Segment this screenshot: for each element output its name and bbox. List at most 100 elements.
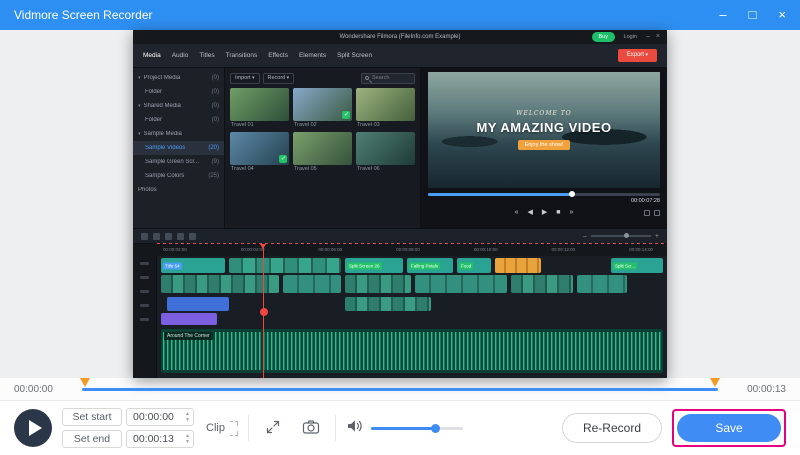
step-up-icon[interactable] <box>185 434 190 439</box>
delete-icon[interactable] <box>189 233 196 240</box>
timeline-clip[interactable]: Food <box>457 258 491 273</box>
volume-slider[interactable] <box>371 427 463 430</box>
record-button[interactable]: Record <box>263 73 295 84</box>
play-button[interactable] <box>14 409 52 447</box>
start-time-field[interactable]: 00:00:00 <box>126 408 194 426</box>
preview-extra-controls <box>644 210 660 216</box>
timeline-clip[interactable] <box>345 275 411 293</box>
timeline-ruler[interactable]: 00:00:02:00 00:00:04:00 00:00:06:00 00:0… <box>133 244 667 256</box>
trim-start-marker[interactable] <box>80 378 90 387</box>
sidebar-item-sample-colors[interactable]: Sample Colors(25) <box>133 169 224 183</box>
play-icon[interactable] <box>542 208 547 216</box>
video-thumbnail[interactable] <box>293 88 352 121</box>
end-time-field[interactable]: 00:00:13 <box>126 430 194 448</box>
zoom-in-icon[interactable] <box>655 233 659 240</box>
maximize-button[interactable]: □ <box>749 0 757 30</box>
timeline-clip[interactable] <box>161 313 217 325</box>
re-record-button[interactable]: Re-Record <box>562 413 662 443</box>
prev-frame-icon[interactable] <box>527 208 532 216</box>
timeline-clip[interactable] <box>577 275 627 293</box>
timeline-clip[interactable] <box>345 297 431 311</box>
undo-icon[interactable] <box>141 233 148 240</box>
speaker-icon[interactable] <box>346 418 364 439</box>
timeline-clip[interactable] <box>511 275 573 293</box>
set-end-button[interactable]: Set end <box>62 430 122 448</box>
timeline-clip[interactable]: Split Scr... <box>611 258 663 273</box>
set-start-button[interactable]: Set start <box>62 408 122 426</box>
end-time-value: 00:00:13 <box>133 433 174 445</box>
tab-audio[interactable]: Audio <box>172 52 189 59</box>
video-thumbnail[interactable] <box>230 132 289 165</box>
sidebar-item-sample-videos[interactable]: Sample Videos(20) <box>133 141 224 155</box>
close-button[interactable]: × <box>778 0 786 30</box>
video-thumbnail[interactable] <box>356 88 415 121</box>
timeline-clip[interactable] <box>167 297 229 311</box>
timeline-clip[interactable] <box>229 258 341 273</box>
fullscreen-icon[interactable] <box>654 210 660 216</box>
sidebar-item-folder[interactable]: Folder(0) <box>133 85 224 99</box>
tab-effects[interactable]: Effects <box>268 52 288 59</box>
login-link[interactable]: Login <box>624 30 637 44</box>
ruler-label: 00:00:12:00 <box>552 244 576 256</box>
buy-button[interactable]: Buy <box>592 32 615 42</box>
volume-handle[interactable] <box>431 424 440 433</box>
sidebar-item-folder-2[interactable]: Folder(0) <box>133 113 224 127</box>
skip-back-icon[interactable] <box>515 209 519 216</box>
zoom-out-icon[interactable] <box>583 233 587 240</box>
crop-icon[interactable] <box>177 233 184 240</box>
step-down-icon[interactable] <box>185 440 190 445</box>
export-button[interactable]: Export <box>618 49 657 62</box>
search-input[interactable]: Search <box>361 73 415 84</box>
clip-mode-control[interactable]: Clip <box>206 421 238 436</box>
scrubber-track[interactable] <box>82 388 718 391</box>
tab-elements[interactable]: Elements <box>299 52 326 59</box>
thumbnail-label: Travel 05 <box>293 165 352 174</box>
timeline-clip[interactable] <box>283 275 341 293</box>
video-thumbnail[interactable] <box>356 132 415 165</box>
tab-titles[interactable]: Titles <box>199 52 214 59</box>
step-up-icon[interactable] <box>185 412 190 417</box>
snapshot-icon[interactable] <box>644 210 650 216</box>
screenshot-button[interactable] <box>297 414 325 442</box>
timeline-clip[interactable]: Falling Petals <box>407 258 453 273</box>
tab-split-screen[interactable]: Split Screen <box>337 52 372 59</box>
sidebar-item-shared-media[interactable]: Shared Media(0) <box>133 99 224 113</box>
zoom-slider[interactable] <box>591 235 651 237</box>
filmora-minimize-icon[interactable] <box>646 30 650 44</box>
sidebar-item-sample-media[interactable]: Sample Media <box>133 127 224 141</box>
video-thumbnail[interactable] <box>230 88 289 121</box>
recording-preview-area: Wondershare Filmora (FileInfo.com Exampl… <box>0 30 800 378</box>
fullscreen-button[interactable] <box>259 414 287 442</box>
timeline-clip[interactable] <box>495 258 541 273</box>
timeline-clip[interactable]: Split Screen 26 <box>345 258 403 273</box>
tab-media[interactable]: Media <box>143 52 161 59</box>
save-button[interactable]: Save <box>677 414 781 442</box>
tree-arrow-icon <box>138 103 141 109</box>
sidebar-item-photos[interactable]: Photos <box>133 183 224 197</box>
step-down-icon[interactable] <box>185 418 190 423</box>
timeline-clip[interactable] <box>415 275 507 293</box>
video-thumbnail[interactable] <box>293 132 352 165</box>
seekbar-handle[interactable] <box>569 191 575 197</box>
audio-track-clip[interactable]: Around The Corner <box>161 329 663 373</box>
scissors-icon[interactable] <box>165 233 172 240</box>
skip-forward-icon[interactable] <box>570 209 574 216</box>
tab-transitions[interactable]: Transitions <box>226 52 258 59</box>
zoom-slider-handle[interactable] <box>624 233 629 238</box>
stop-icon[interactable] <box>556 209 560 216</box>
filmora-close-icon[interactable] <box>656 30 660 44</box>
sidebar-item-sample-green-screen[interactable]: Sample Green Scr...(9) <box>133 155 224 169</box>
preview-seekbar[interactable] <box>428 193 660 196</box>
redo-icon[interactable] <box>153 233 160 240</box>
timeline-clip[interactable]: Title 54 <box>161 258 225 273</box>
sidebar-item-project-media[interactable]: Project Media(0) <box>133 71 224 85</box>
time-stepper[interactable] <box>185 412 190 423</box>
filmora-body: Project Media(0) Folder(0) Shared Media(… <box>133 68 667 228</box>
timeline-clip[interactable] <box>161 275 279 293</box>
trim-end-marker[interactable] <box>710 378 720 387</box>
minimize-button[interactable]: – <box>719 0 726 30</box>
import-button[interactable]: Import <box>230 73 260 84</box>
track-controls <box>133 256 157 378</box>
time-stepper[interactable] <box>185 434 190 445</box>
timeline-playhead[interactable] <box>263 244 264 378</box>
